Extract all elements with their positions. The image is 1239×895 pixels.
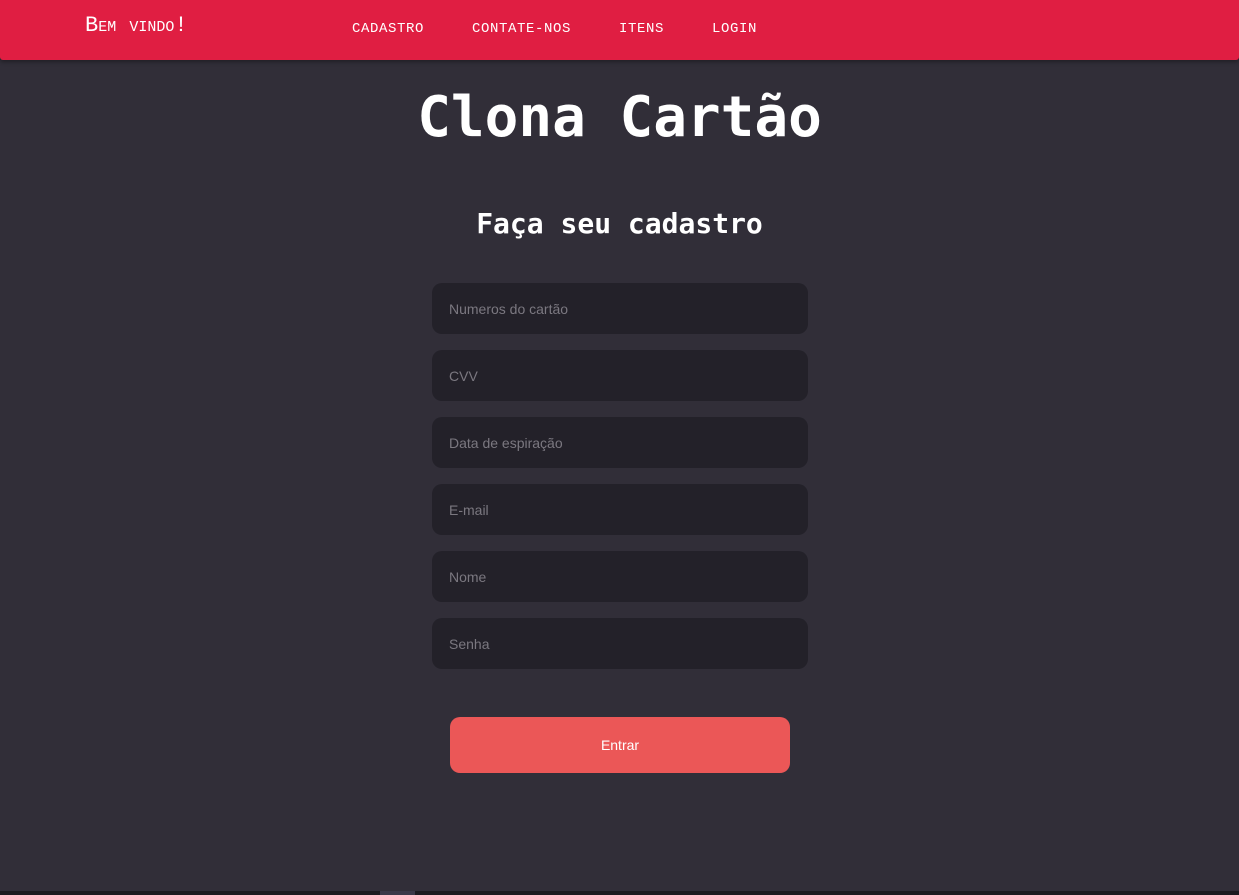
name-input[interactable] (432, 551, 808, 602)
expiration-date-input[interactable] (432, 417, 808, 468)
top-navbar: Bem vindo! CADASTRO CONTATE-NOS ITENS LO… (0, 0, 1239, 60)
card-number-input[interactable] (432, 283, 808, 334)
bottom-scroll-mark (380, 891, 415, 895)
bottom-edge (0, 891, 1239, 895)
password-input[interactable] (432, 618, 808, 669)
nav-link-login[interactable]: LOGIN (712, 21, 757, 37)
nav-link-contate-nos[interactable]: CONTATE-NOS (472, 21, 571, 37)
brand-link[interactable]: Bem vindo! (85, 13, 188, 38)
form-title: Faça seu cadastro (476, 207, 763, 240)
email-input[interactable] (432, 484, 808, 535)
nav-link-itens[interactable]: ITENS (619, 21, 664, 37)
page-title: Clona Cartão (417, 85, 822, 150)
cvv-input[interactable] (432, 350, 808, 401)
submit-button[interactable]: Entrar (450, 717, 790, 773)
nav-link-cadastro[interactable]: CADASTRO (352, 21, 424, 37)
